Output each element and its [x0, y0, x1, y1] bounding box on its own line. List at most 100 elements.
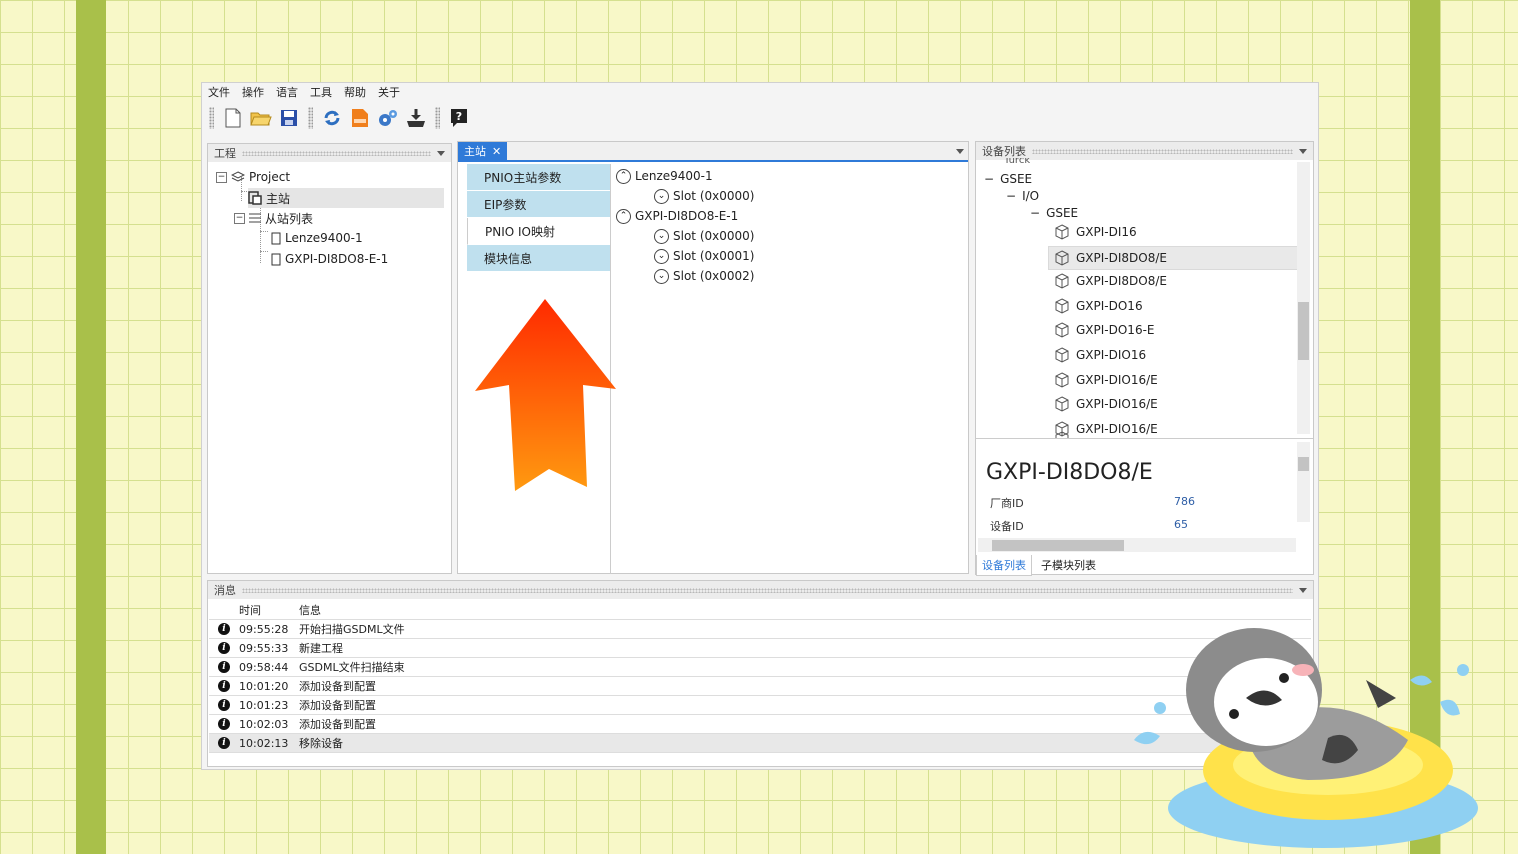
device-item[interactable]: GXPI-DIO16/E: [1054, 369, 1158, 391]
chevron-up-icon[interactable]: ⌃: [616, 168, 631, 184]
device-panel-title: 设备列表: [982, 145, 1026, 158]
device-item[interactable]: GXPI-DIO16/E: [1054, 393, 1158, 415]
save-button[interactable]: [277, 106, 301, 130]
device-list-panel: 设备列表 Turck − GSEE − I/O − GSEE GXPI-DI16…: [975, 141, 1314, 576]
device-item[interactable]: GXPI-DO16: [1054, 295, 1143, 317]
chevron-down-icon[interactable]: ⌄: [654, 188, 669, 204]
chevron-up-icon[interactable]: ⌃: [616, 208, 631, 224]
tab-list-menu[interactable]: [956, 149, 964, 154]
project-panel-menu[interactable]: [437, 150, 445, 156]
master-station-icon: [248, 191, 262, 205]
info-icon-cell: i: [209, 699, 239, 711]
export-icon: [352, 109, 368, 127]
device-list-scrollbar[interactable]: [1297, 162, 1310, 434]
tree-label: GXPI-DI8DO8-E-1: [285, 252, 389, 266]
toolbar: ?: [202, 103, 1322, 133]
slot-row[interactable]: ⌄ Slot (0x0000): [654, 226, 754, 246]
detail-scrollbar[interactable]: [1297, 442, 1310, 522]
module-row[interactable]: ⌃ Lenze9400-1: [616, 166, 713, 186]
side-tab-pnio-params[interactable]: PNIO主站参数: [467, 164, 610, 191]
menu-file[interactable]: 文件: [208, 84, 230, 100]
decor-stripe-left: [76, 0, 106, 854]
tab-master[interactable]: 主站 ✕: [458, 142, 508, 160]
slot-row[interactable]: ⌄ Slot (0x0002): [654, 266, 754, 286]
toolbar-grip[interactable]: [308, 107, 313, 129]
message-time: 10:02:13: [239, 736, 289, 750]
message-text: 添加设备到配置: [299, 680, 376, 693]
settings-button[interactable]: [376, 106, 400, 130]
menu-about[interactable]: 关于: [378, 84, 400, 100]
menu-tools[interactable]: 工具: [310, 84, 332, 100]
menu-operate[interactable]: 操作: [242, 84, 264, 100]
tree-item-project[interactable]: − Project: [216, 167, 290, 187]
device-panel-menu[interactable]: [1299, 148, 1307, 154]
side-tab-eip-params[interactable]: EIP参数: [467, 191, 610, 218]
device-item[interactable]: GXPI-DI16: [1054, 221, 1137, 243]
col-info[interactable]: 信息: [299, 602, 321, 618]
message-panel-menu[interactable]: [1299, 587, 1307, 593]
tree-item-slave[interactable]: GXPI-DI8DO8-E-1: [271, 249, 388, 269]
side-tab-pnio-io-map[interactable]: PNIO IO映射: [467, 218, 610, 245]
slot-row[interactable]: ⌄ Slot (0x0000): [654, 186, 754, 206]
menu-language[interactable]: 语言: [276, 84, 298, 100]
scrollbar-thumb[interactable]: [992, 540, 1124, 551]
device-item[interactable]: GXPI-DI8DO8/E: [1054, 270, 1167, 292]
device-item[interactable]: GXPI-DI8DO8/E: [1048, 245, 1299, 270]
message-time: 10:01:20: [239, 679, 289, 693]
refresh-button[interactable]: [320, 106, 344, 130]
new-file-button[interactable]: [221, 106, 245, 130]
device-item[interactable]: GXPI-DIO16: [1054, 344, 1146, 366]
scrollbar-thumb[interactable]: [1298, 302, 1309, 360]
info-icon: i: [218, 718, 230, 730]
message-text: 添加设备到配置: [299, 699, 376, 712]
tree-label: Project: [249, 170, 291, 184]
device-name: GXPI-DO16-E: [1076, 323, 1155, 338]
toolbar-grip[interactable]: [435, 107, 440, 129]
detail-hscrollbar[interactable]: [978, 538, 1296, 552]
message-time: 10:02:03: [239, 717, 289, 731]
side-tab-module-info[interactable]: 模块信息: [467, 245, 610, 272]
info-icon: i: [218, 661, 230, 673]
tree-item-master[interactable]: 主站: [248, 188, 444, 208]
open-button[interactable]: [249, 106, 273, 130]
project-panel-header: 工程: [208, 144, 451, 162]
collapse-toggle[interactable]: −: [1006, 189, 1016, 203]
info-icon: i: [218, 737, 230, 749]
cube-icon: [1055, 322, 1069, 338]
device-name: GXPI-DIO16/E: [1076, 372, 1158, 387]
collapse-toggle[interactable]: −: [984, 172, 994, 186]
tree-item-slave-list[interactable]: − 从站列表: [234, 208, 313, 228]
tab-device-list[interactable]: 设备列表: [976, 555, 1032, 576]
col-time[interactable]: 时间: [239, 602, 299, 618]
group-label: GSEE: [1000, 172, 1033, 186]
download-button[interactable]: [404, 106, 428, 130]
collapse-toggle[interactable]: −: [216, 171, 227, 183]
collapse-toggle[interactable]: −: [1030, 206, 1040, 220]
chevron-down-icon[interactable]: ⌄: [654, 248, 669, 264]
scrollbar-thumb[interactable]: [1298, 457, 1309, 471]
annotation-arrow: [473, 297, 619, 496]
slot-row[interactable]: ⌄ Slot (0x0001): [654, 246, 754, 266]
device-item[interactable]: GXPI-DO16-E: [1054, 319, 1155, 341]
tree-label: Lenze9400-1: [285, 231, 363, 245]
chevron-down-icon[interactable]: ⌄: [654, 268, 669, 284]
tree-item-cut: Turck: [1004, 158, 1031, 164]
tree-item-slave[interactable]: Lenze9400-1: [271, 228, 363, 248]
device-name: GXPI-DI16: [1076, 225, 1137, 239]
device-icon: [271, 232, 281, 244]
cube-icon: [1055, 396, 1069, 412]
toolbar-grip[interactable]: [209, 107, 214, 129]
close-icon[interactable]: ✕: [492, 145, 501, 158]
export-button[interactable]: [348, 106, 372, 130]
menu-help[interactable]: 帮助: [344, 84, 366, 100]
module-name: GXPI-DI8DO8-E-1: [635, 209, 739, 223]
help-button[interactable]: ?: [447, 106, 471, 130]
info-icon-cell: i: [209, 623, 239, 635]
cube-icon: [1055, 347, 1069, 363]
penguin-sticker: [1128, 620, 1480, 853]
chevron-down-icon[interactable]: ⌄: [654, 228, 669, 244]
tab-submodule-list[interactable]: 子模块列表: [1036, 555, 1101, 576]
open-folder-icon: [250, 112, 272, 126]
module-row[interactable]: ⌃ GXPI-DI8DO8-E-1: [616, 206, 738, 226]
collapse-toggle[interactable]: −: [234, 212, 245, 224]
